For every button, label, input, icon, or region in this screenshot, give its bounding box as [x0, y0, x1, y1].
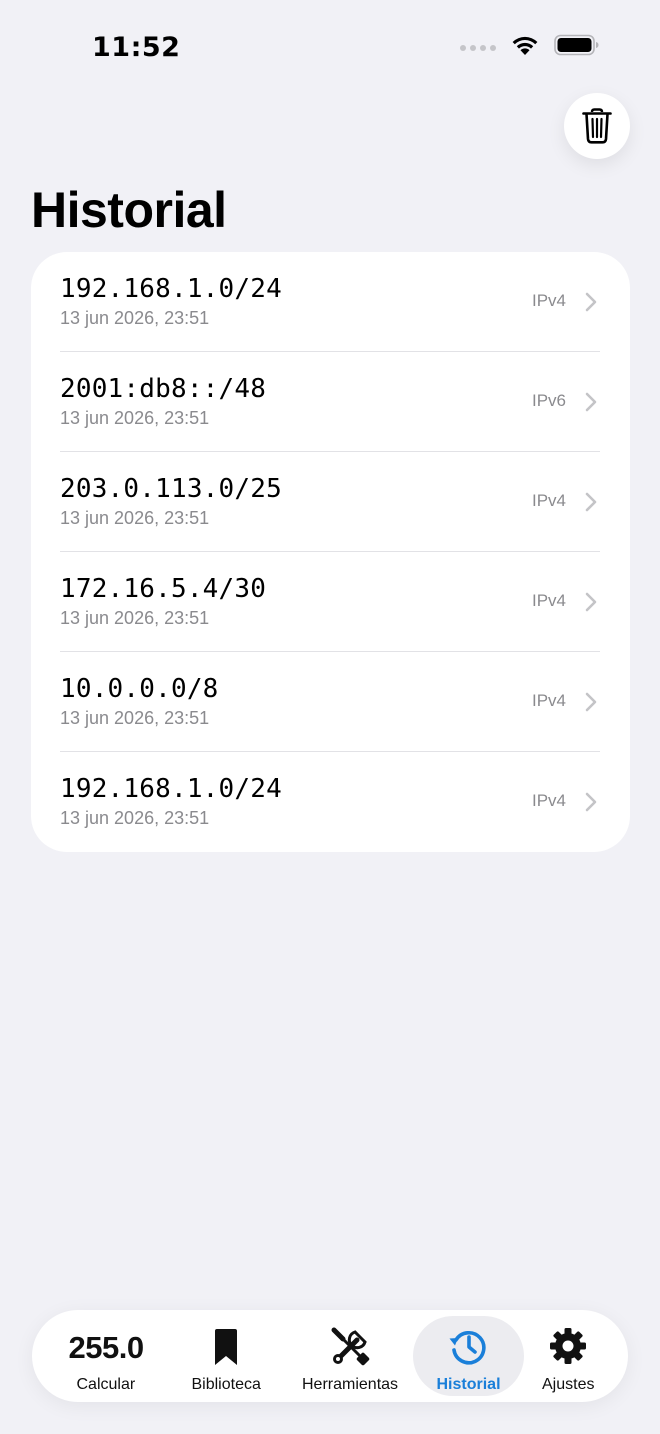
history-address: 192.168.1.0/24 [60, 774, 282, 804]
status-indicators [460, 34, 600, 56]
tools-icon [331, 1327, 370, 1366]
tab-biblioteca[interactable]: Biblioteca [166, 1316, 286, 1396]
history-clock-icon [449, 1330, 486, 1365]
history-row[interactable]: 192.168.1.0/24 13 jun 2026, 23:51 IPv4 [31, 252, 630, 352]
tab-calcular[interactable]: 255.0 Calcular [46, 1316, 166, 1396]
history-row[interactable]: 2001:db8::/48 13 jun 2026, 23:51 IPv6 [31, 352, 630, 452]
battery-icon [554, 34, 599, 56]
tab-label: Calcular [76, 1376, 136, 1393]
ip-version-label: IPv4 [531, 791, 566, 810]
ip-version-label: IPv4 [531, 591, 566, 610]
cellular-signal-icon [460, 45, 496, 51]
chevron-right-icon [585, 792, 597, 812]
history-address: 192.168.1.0/24 [60, 274, 282, 304]
history-date: 13 jun 2026, 23:51 [60, 308, 210, 328]
tab-ajustes[interactable]: Ajustes [526, 1316, 610, 1396]
history-date: 13 jun 2026, 23:51 [60, 608, 210, 628]
ip-version-label: IPv4 [531, 691, 566, 710]
chevron-right-icon [585, 292, 597, 312]
tab-label: Ajustes [542, 1376, 595, 1393]
clear-history-button[interactable] [564, 93, 630, 159]
tab-historial[interactable]: Historial [413, 1316, 524, 1396]
number-icon: 255.0 [68, 1330, 145, 1365]
gear-icon [550, 1328, 586, 1364]
ip-version-label: IPv4 [531, 491, 566, 510]
history-address: 10.0.0.0/8 [60, 674, 219, 704]
history-address: 203.0.113.0/25 [60, 474, 282, 504]
history-row[interactable]: 10.0.0.0/8 13 jun 2026, 23:51 IPv4 [31, 652, 630, 752]
tab-label: Biblioteca [191, 1376, 261, 1393]
chevron-right-icon [585, 492, 597, 512]
tab-label: Herramientas [302, 1376, 399, 1393]
history-row[interactable]: 203.0.113.0/25 13 jun 2026, 23:51 IPv4 [31, 452, 630, 552]
history-date: 13 jun 2026, 23:51 [60, 508, 210, 528]
history-row[interactable]: 172.16.5.4/30 13 jun 2026, 23:51 IPv4 [31, 552, 630, 652]
history-list: 192.168.1.0/24 13 jun 2026, 23:51 IPv4 2… [31, 252, 630, 852]
history-screen: 11:52 Historial 192.168.1.0/24 13 jun 20… [0, 0, 660, 1434]
trash-icon [582, 108, 612, 144]
ip-version-label: IPv6 [531, 391, 566, 410]
chevron-right-icon [585, 692, 597, 712]
wifi-icon [512, 36, 538, 55]
history-date: 13 jun 2026, 23:51 [60, 408, 210, 428]
status-time: 11:52 [92, 32, 181, 63]
history-address: 2001:db8::/48 [60, 374, 267, 404]
tab-bar: 255.0 Calcular Biblioteca Herramientas H… [32, 1310, 628, 1402]
bookmark-icon [215, 1329, 237, 1365]
page-title: Historial [31, 182, 227, 238]
history-date: 13 jun 2026, 23:51 [60, 708, 210, 728]
chevron-right-icon [585, 392, 597, 412]
tab-herramientas[interactable]: Herramientas [288, 1316, 412, 1396]
ip-version-label: IPv4 [531, 291, 566, 310]
history-date: 13 jun 2026, 23:51 [60, 808, 210, 828]
chevron-right-icon [585, 592, 597, 612]
history-address: 172.16.5.4/30 [60, 574, 267, 604]
tab-label: Historial [436, 1376, 501, 1393]
history-row[interactable]: 192.168.1.0/24 13 jun 2026, 23:51 IPv4 [31, 752, 630, 852]
